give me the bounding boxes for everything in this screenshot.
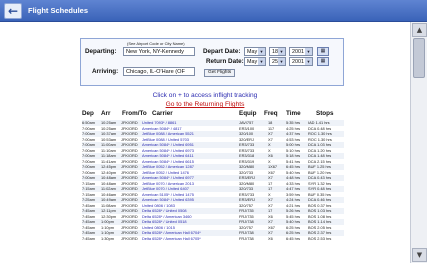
col-arr: Arr — [101, 110, 111, 117]
equip-cell: FRJ/738 — [239, 235, 254, 241]
calendar-icon[interactable]: ▦ — [317, 47, 329, 56]
back-arrow-icon[interactable]: ← — [4, 2, 22, 19]
arr-cell: 1:30pm — [101, 235, 114, 241]
chevron-down-icon: ▼ — [305, 48, 312, 55]
col-stops: Stops — [316, 110, 334, 117]
time-cell: 6:45 hrs — [286, 235, 301, 241]
col-equip: Equip — [239, 110, 257, 117]
chevron-down-icon: ▼ — [278, 48, 285, 55]
departing-label: Departing: — [85, 48, 117, 55]
depart-date-label: Depart Date: — [203, 48, 241, 55]
dep-cell: 7:45am — [82, 235, 95, 241]
col-freq: Freq — [264, 110, 278, 117]
scroll-up-icon[interactable]: ▲ — [412, 23, 427, 37]
return-year-select[interactable]: 2001 ▼ — [289, 57, 313, 66]
arriving-field[interactable]: Chicago, IL-O'Hare (OF — [123, 67, 195, 76]
flight-list: 6:50am 10:25am JFK/ORD United 7093* / 8861 J… — [82, 120, 344, 241]
return-month-select[interactable]: May ▼ — [244, 57, 266, 66]
depart-month-select[interactable]: May ▼ — [244, 47, 266, 56]
table-row[interactable]: 7:45am 1:30pm JFK/ORD Delta 6528* / America… — [82, 236, 344, 242]
vertical-scrollbar[interactable]: ▲ ▼ — [410, 22, 427, 263]
freq-cell: X6 — [268, 235, 273, 241]
chevron-down-icon: ▼ — [305, 58, 312, 65]
calendar-icon[interactable]: ▦ — [317, 57, 329, 66]
tracking-info: Click on + to access inflight tracking — [152, 92, 258, 99]
depart-year-select[interactable]: 2001 ▼ — [289, 47, 313, 56]
scrollbar-thumb[interactable] — [413, 38, 425, 78]
departing-field[interactable]: New York, NY-Kennedy — [123, 47, 195, 56]
chevron-down-icon: ▼ — [258, 58, 265, 65]
scroll-down-icon[interactable]: ▼ — [412, 248, 427, 262]
flight-search-form: (See Airport Code or City Name) Departin… — [80, 38, 344, 86]
chevron-down-icon: ▼ — [278, 58, 285, 65]
get-flights-button[interactable]: Get Flights — [204, 69, 236, 77]
carrier-cell[interactable]: Delta 6528* / American Hall 6705* — [142, 236, 237, 242]
col-carrier: Carrier — [152, 110, 173, 117]
returning-flights-link[interactable]: Go to the Returning Flights — [0, 101, 410, 108]
col-dep: Dep — [82, 110, 94, 117]
col-time: Time — [286, 110, 301, 117]
table-header: Dep Arr From/To Carrier Equip Freq Time … — [0, 110, 410, 119]
return-date-label: Return Date: — [206, 58, 244, 65]
stops-cell: BOS 2.53 hrs — [308, 235, 332, 241]
chevron-down-icon: ▼ — [258, 48, 265, 55]
arriving-label: Arriving: — [92, 68, 119, 75]
window-title: Flight Schedules — [28, 6, 89, 15]
col-from-to: From/To — [122, 110, 147, 117]
depart-day-select[interactable]: 18 ▼ — [269, 47, 286, 56]
airport-hint: (See Airport Code or City Name) — [127, 41, 185, 46]
return-day-select[interactable]: 25 ▼ — [269, 57, 286, 66]
from-to-cell: JFK/ORD — [121, 235, 138, 241]
page-content: (See Airport Code or City Name) Departin… — [0, 22, 410, 263]
title-bar: ← Flight Schedules — [0, 0, 427, 22]
